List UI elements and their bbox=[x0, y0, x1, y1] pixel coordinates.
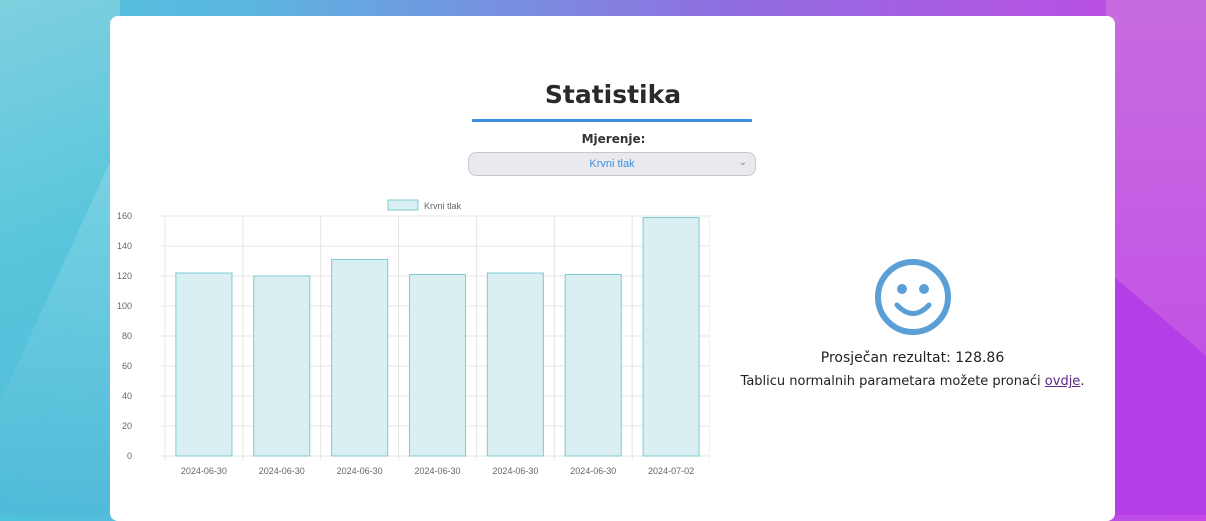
note-text: Tablicu normalnih parametara možete pron… bbox=[740, 374, 1045, 389]
legend-swatch bbox=[387, 199, 419, 211]
normal-params-note: Tablicu normalnih parametara možete pron… bbox=[710, 374, 1115, 389]
x-tick-label: 2024-07-02 bbox=[648, 466, 694, 476]
normal-params-link[interactable]: ovdje bbox=[1045, 374, 1081, 389]
x-tick-label: 2024-06-30 bbox=[570, 466, 616, 476]
bar bbox=[486, 272, 544, 457]
chart: 0 20 40 60 80 100 120 140 160 2024-06-30 2024-06-3… bbox=[110, 194, 710, 484]
y-tick-label: 60 bbox=[122, 361, 132, 371]
bar bbox=[564, 274, 622, 457]
page-title: Statistika bbox=[544, 80, 682, 109]
bar-chart: 0 20 40 60 80 100 120 140 160 2024-06-30 2024-06-3… bbox=[117, 199, 710, 476]
x-tick-label: 2024-06-30 bbox=[181, 466, 227, 476]
note-suffix: . bbox=[1080, 374, 1085, 389]
average-result: Prosječan rezultat: 128.86 bbox=[820, 350, 1005, 366]
bar bbox=[175, 272, 233, 457]
measurement-label: Mjerenje: bbox=[581, 132, 646, 146]
measurement-select[interactable]: Krvni tlak ⌄ bbox=[468, 152, 756, 176]
bar bbox=[408, 274, 467, 457]
y-tick-label: 80 bbox=[122, 331, 132, 341]
y-tick-label: 40 bbox=[122, 391, 132, 401]
legend-label: Krvni tlak bbox=[424, 201, 462, 211]
x-tick-label: 2024-06-30 bbox=[414, 466, 460, 476]
smiley-face-icon bbox=[874, 259, 951, 335]
y-tick-label: 160 bbox=[117, 211, 132, 221]
x-tick-label: 2024-06-30 bbox=[492, 466, 538, 476]
y-tick-label: 20 bbox=[122, 421, 132, 431]
bar bbox=[331, 259, 389, 457]
result-panel: Prosječan rezultat: 128.86 Tablicu norma… bbox=[710, 256, 1115, 389]
y-tick-label: 0 bbox=[127, 451, 132, 461]
bar bbox=[253, 275, 311, 457]
y-tick-label: 120 bbox=[117, 271, 132, 281]
y-tick-label: 100 bbox=[117, 301, 132, 311]
x-tick-label: 2024-06-30 bbox=[337, 466, 383, 476]
title-underline bbox=[472, 119, 752, 122]
y-tick-label: 140 bbox=[117, 241, 132, 251]
statistics-card: Statistika Mjerenje: Krvni tlak ⌄ 0 20 40 6… bbox=[110, 16, 1115, 521]
chevron-down-icon: ⌄ bbox=[738, 157, 747, 168]
bar bbox=[642, 217, 700, 457]
measurement-select-value: Krvni tlak bbox=[589, 158, 635, 170]
x-tick-label: 2024-06-30 bbox=[259, 466, 305, 476]
